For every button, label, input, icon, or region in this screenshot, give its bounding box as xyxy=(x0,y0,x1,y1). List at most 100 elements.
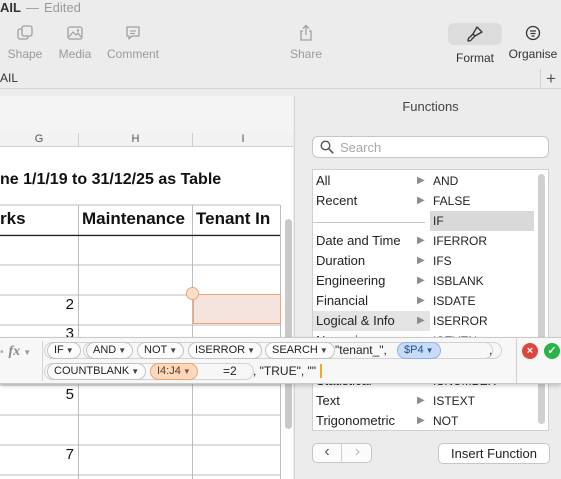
formula-editor[interactable]: • fx ▼ IF ▼ AND ▼ NOT ▼ ISERROR ▼ SEARCH ▼ "ten… xyxy=(0,337,561,384)
category-financial[interactable]: Financial ▶ xyxy=(313,291,431,311)
category-label: Engineering xyxy=(316,273,386,288)
organise-button[interactable]: Organise xyxy=(507,23,559,63)
search-input[interactable] xyxy=(340,139,540,155)
category-label: Logical & Info xyxy=(316,313,395,328)
header-cell-h[interactable]: Maintenance xyxy=(82,209,185,229)
forward-button[interactable]: › xyxy=(343,444,372,462)
sheet-tab[interactable]: AIL xyxy=(0,71,18,85)
category-recent[interactable]: Recent ▶ xyxy=(313,191,431,211)
cell-value[interactable]: 2 xyxy=(40,296,74,313)
add-sheet-button[interactable]: + xyxy=(540,69,561,89)
header-cell-g[interactable]: rks xyxy=(0,209,26,229)
function-item[interactable]: ISBLANK xyxy=(430,271,534,291)
category-duration[interactable]: Duration ▶ xyxy=(313,251,431,271)
table-gridlines xyxy=(0,204,281,479)
shape-button[interactable]: Shape xyxy=(4,23,46,63)
category-all[interactable]: All ▶ xyxy=(313,171,431,191)
formula-tail-arguments: , "TRUE", "" xyxy=(253,364,317,378)
cell-reference-p4[interactable]: $P4 ▼ xyxy=(397,342,441,359)
category-logical-and-info[interactable]: Logical & Info ▶ xyxy=(313,311,431,331)
media-button[interactable]: Media xyxy=(57,23,93,63)
token-label: NOT xyxy=(144,344,168,356)
category-trigonometric[interactable]: Trigonometric ▶ xyxy=(313,411,431,431)
formula-string-literal: "tenant_", xyxy=(335,343,387,357)
cell-value[interactable]: 7 xyxy=(40,446,74,463)
accept-formula-button[interactable]: ✓ xyxy=(544,343,560,359)
document-name: AIL xyxy=(0,0,21,15)
selection-handle[interactable] xyxy=(186,287,199,300)
cell-reference-i4-j4[interactable]: I4:J4 ▼ xyxy=(150,363,198,380)
chevron-down-icon: ▼ xyxy=(118,346,127,355)
chevron-right-icon: ▶ xyxy=(417,395,425,406)
spreadsheet-canvas[interactable]: G H I ne 1/1/19 to 31/12/25 as Table rks… xyxy=(0,96,293,479)
function-token-if[interactable]: IF ▼ xyxy=(47,342,81,359)
token-label: I4:J4 xyxy=(157,365,181,377)
token-label: $P4 xyxy=(404,344,424,356)
function-item[interactable]: NOT xyxy=(430,411,534,431)
category-engineering[interactable]: Engineering ▶ xyxy=(313,271,431,291)
sheet-tab-strip: AIL + xyxy=(0,69,561,89)
function-item-selected[interactable]: IF xyxy=(430,211,534,231)
chevron-right-icon: ▶ xyxy=(417,255,425,266)
function-item[interactable]: IFS xyxy=(430,251,534,271)
chevron-down-icon: ▼ xyxy=(169,346,178,355)
sheet-vertical-scrollbar[interactable] xyxy=(285,219,292,429)
function-token-and[interactable]: AND ▼ xyxy=(86,342,134,359)
function-item[interactable]: FALSE xyxy=(430,191,534,211)
formula-comma: , xyxy=(489,343,493,357)
text-cursor xyxy=(320,364,322,378)
function-token-not[interactable]: NOT ▼ xyxy=(137,342,185,359)
chevron-right-icon: ▶ xyxy=(417,195,425,206)
function-list-scrollbar[interactable] xyxy=(538,174,545,424)
comment-button[interactable]: Comment xyxy=(106,23,160,63)
function-history-nav: ‹ › xyxy=(312,443,372,463)
function-item[interactable]: ISERROR xyxy=(430,311,534,331)
function-item[interactable]: ISTEXT xyxy=(430,391,534,411)
chevron-right-icon: ▶ xyxy=(417,275,425,286)
function-list: AND FALSE IF IFERROR IFS ISBLANK ISDATE … xyxy=(430,169,549,431)
organise-label: Organise xyxy=(508,47,558,61)
format-label: Format xyxy=(455,51,494,65)
category-text[interactable]: Text ▶ xyxy=(313,391,431,411)
cell-value[interactable]: 5 xyxy=(40,386,74,403)
share-button[interactable]: Share xyxy=(288,23,324,63)
fx-menu[interactable]: • fx ▼ xyxy=(0,342,31,360)
comment-label: Comment xyxy=(106,47,159,61)
category-label: Trigonometric xyxy=(316,413,395,428)
selected-cell[interactable] xyxy=(193,294,281,324)
token-label: ISERROR xyxy=(195,344,246,356)
header-cell-i[interactable]: Tenant In xyxy=(196,209,270,229)
function-item[interactable]: ISDATE xyxy=(430,291,534,311)
chevron-right-icon: ▶ xyxy=(417,235,425,246)
chevron-right-icon: ▶ xyxy=(417,295,425,306)
chevron-right-icon: ▶ xyxy=(417,315,425,326)
chevron-down-icon: ▼ xyxy=(23,348,32,357)
insert-function-button[interactable]: Insert Function xyxy=(438,443,550,464)
token-label: AND xyxy=(93,344,117,356)
title-separator: — xyxy=(25,0,39,15)
function-search-box[interactable] xyxy=(312,136,549,158)
format-button[interactable]: Format xyxy=(447,23,503,65)
category-divider xyxy=(313,222,425,223)
function-item[interactable]: IFERROR xyxy=(430,231,534,251)
function-token-countblank[interactable]: COUNTBLANK ▼ xyxy=(47,363,147,380)
token-label: IF xyxy=(54,344,64,356)
category-date-and-time[interactable]: Date and Time ▶ xyxy=(313,231,431,251)
shape-label: Shape xyxy=(7,47,43,61)
function-item[interactable]: AND xyxy=(430,171,534,191)
back-button[interactable]: ‹ xyxy=(313,444,342,462)
category-list: All ▶ Recent ▶ Date and Time ▶ Duration ▶ En… xyxy=(312,169,431,431)
category-label: All xyxy=(316,173,331,188)
paintbrush-icon xyxy=(467,26,483,42)
chevron-down-icon: ▼ xyxy=(425,346,434,355)
category-label: Financial xyxy=(316,293,369,308)
cancel-formula-button[interactable]: × xyxy=(522,343,538,359)
media-label: Media xyxy=(58,47,92,61)
functions-panel-title: Functions xyxy=(402,99,459,114)
chevron-down-icon: ▼ xyxy=(65,346,74,355)
function-token-search[interactable]: SEARCH ▼ xyxy=(265,342,335,359)
function-token-iserror[interactable]: ISERROR ▼ xyxy=(188,342,263,359)
formula-comparison: =2 xyxy=(223,364,237,378)
share-icon xyxy=(300,24,312,41)
category-label: Text xyxy=(316,393,340,408)
